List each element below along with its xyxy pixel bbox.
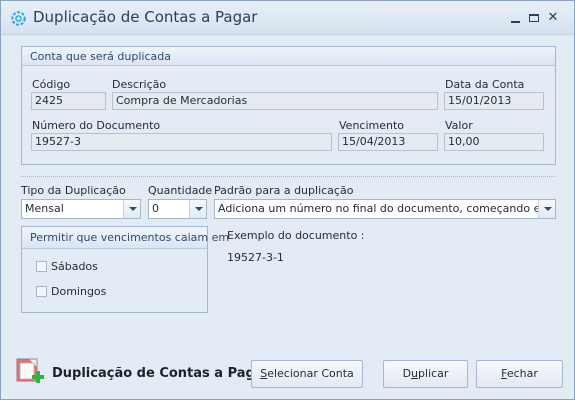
- selecionar-conta-button[interactable]: Selecionar Conta: [251, 360, 363, 388]
- footer-title: Duplicação de Contas a Pagar: [52, 366, 271, 381]
- valor-field[interactable]: 10,00: [444, 133, 544, 151]
- duplicar-button[interactable]: Duplicar: [383, 360, 468, 388]
- numero-documento-label: Número do Documento: [32, 119, 161, 132]
- vencimentos-group-title: Permitir que vencimentos caiam em: [22, 227, 229, 249]
- codigo-field[interactable]: 2425: [31, 92, 106, 110]
- quantidade-label: Quantidade: [148, 184, 213, 197]
- domingos-checkbox[interactable]: [36, 286, 47, 297]
- fechar-label: echar: [506, 367, 538, 380]
- chevron-down-icon[interactable]: [189, 200, 206, 218]
- duplicar-label-start: D: [402, 367, 412, 380]
- exemplo-documento-value: 19527-3-1: [227, 251, 284, 264]
- tipo-duplicacao-value: Mensal: [25, 202, 64, 215]
- padrao-duplicacao-combo[interactable]: Adiciona um número no final do documento…: [214, 199, 556, 219]
- data-conta-label: Data da Conta: [445, 78, 525, 91]
- domingos-label: Domingos: [51, 285, 107, 298]
- duplicacao-window: Duplicação de Contas a Pagar ✕ Conta que…: [0, 0, 575, 400]
- descricao-field[interactable]: Compra de Mercadorias: [112, 92, 438, 110]
- conta-group-title: Conta que será duplicada: [22, 47, 555, 66]
- close-icon: ✕: [547, 10, 559, 25]
- chevron-down-icon[interactable]: [538, 200, 555, 218]
- title-bar: Duplicação de Contas a Pagar ✕: [1, 1, 574, 35]
- padrao-duplicacao-label: Padrão para a duplicação: [214, 184, 354, 197]
- sabados-label: Sábados: [51, 260, 98, 273]
- document-add-icon: [16, 358, 44, 383]
- tipo-duplicacao-combo[interactable]: Mensal: [21, 199, 141, 219]
- padrao-duplicacao-value: Adiciona um número no final do documento…: [218, 202, 556, 215]
- selecionar-label: elecionar Conta: [267, 367, 354, 380]
- app-gear-icon: [11, 11, 26, 26]
- quantidade-value: 0: [152, 202, 159, 215]
- tipo-duplicacao-label: Tipo da Duplicação: [21, 184, 126, 197]
- minimize-icon: [511, 21, 520, 23]
- window-title: Duplicação de Contas a Pagar: [33, 8, 258, 26]
- vencimento-field[interactable]: 15/04/2013: [338, 133, 438, 151]
- codigo-label: Código: [32, 78, 71, 91]
- vencimentos-groupbox: Permitir que vencimentos caiam em: [21, 226, 229, 313]
- numero-documento-field[interactable]: 19527-3: [31, 133, 332, 151]
- exemplo-documento-label: Exemplo do documento :: [227, 229, 365, 242]
- data-conta-field[interactable]: 15/01/2013: [444, 92, 544, 110]
- vencimento-label: Vencimento: [339, 119, 405, 132]
- section-divider: [21, 176, 556, 177]
- quantidade-combo[interactable]: 0: [148, 199, 207, 219]
- close-button[interactable]: ✕: [542, 9, 564, 27]
- valor-label: Valor: [445, 119, 473, 132]
- duplicar-mnemonic: u: [411, 367, 419, 380]
- fechar-button[interactable]: Fechar: [476, 360, 563, 388]
- sabados-checkbox[interactable]: [36, 261, 47, 272]
- maximize-icon: [529, 14, 539, 22]
- descricao-label: Descrição: [112, 78, 167, 91]
- duplicar-label-end: plicar: [418, 367, 449, 380]
- chevron-down-icon[interactable]: [123, 200, 140, 218]
